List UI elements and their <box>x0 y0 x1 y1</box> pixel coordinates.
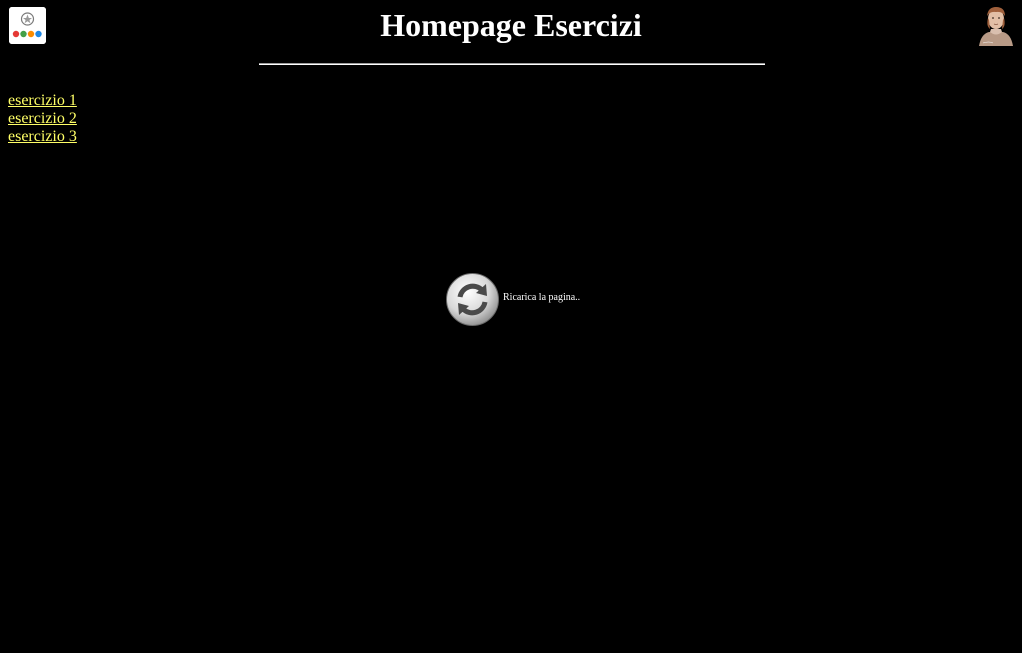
refresh-icon[interactable] <box>445 272 500 327</box>
list-item: esercizio 3 <box>8 128 77 146</box>
exercise-link-1[interactable]: esercizio 1 <box>8 92 77 109</box>
list-item: esercizio 2 <box>8 110 77 128</box>
reload-label[interactable]: Ricarica la pagina.. <box>503 292 580 303</box>
page-title: Homepage Esercizi <box>380 7 642 43</box>
exercise-links: esercizio 1 esercizio 2 esercizio 3 <box>8 92 77 146</box>
title-divider <box>259 63 765 65</box>
exercise-link-3[interactable]: esercizio 3 <box>8 128 77 145</box>
reload-button[interactable]: Ricarica la pagina.. <box>445 272 580 327</box>
page: Homepage Esercizi esercizio 1 esercizio … <box>0 0 1022 653</box>
exercise-link-2[interactable]: esercizio 2 <box>8 110 77 127</box>
list-item: esercizio 1 <box>8 92 77 110</box>
portrait-bust-logo <box>975 4 1017 46</box>
